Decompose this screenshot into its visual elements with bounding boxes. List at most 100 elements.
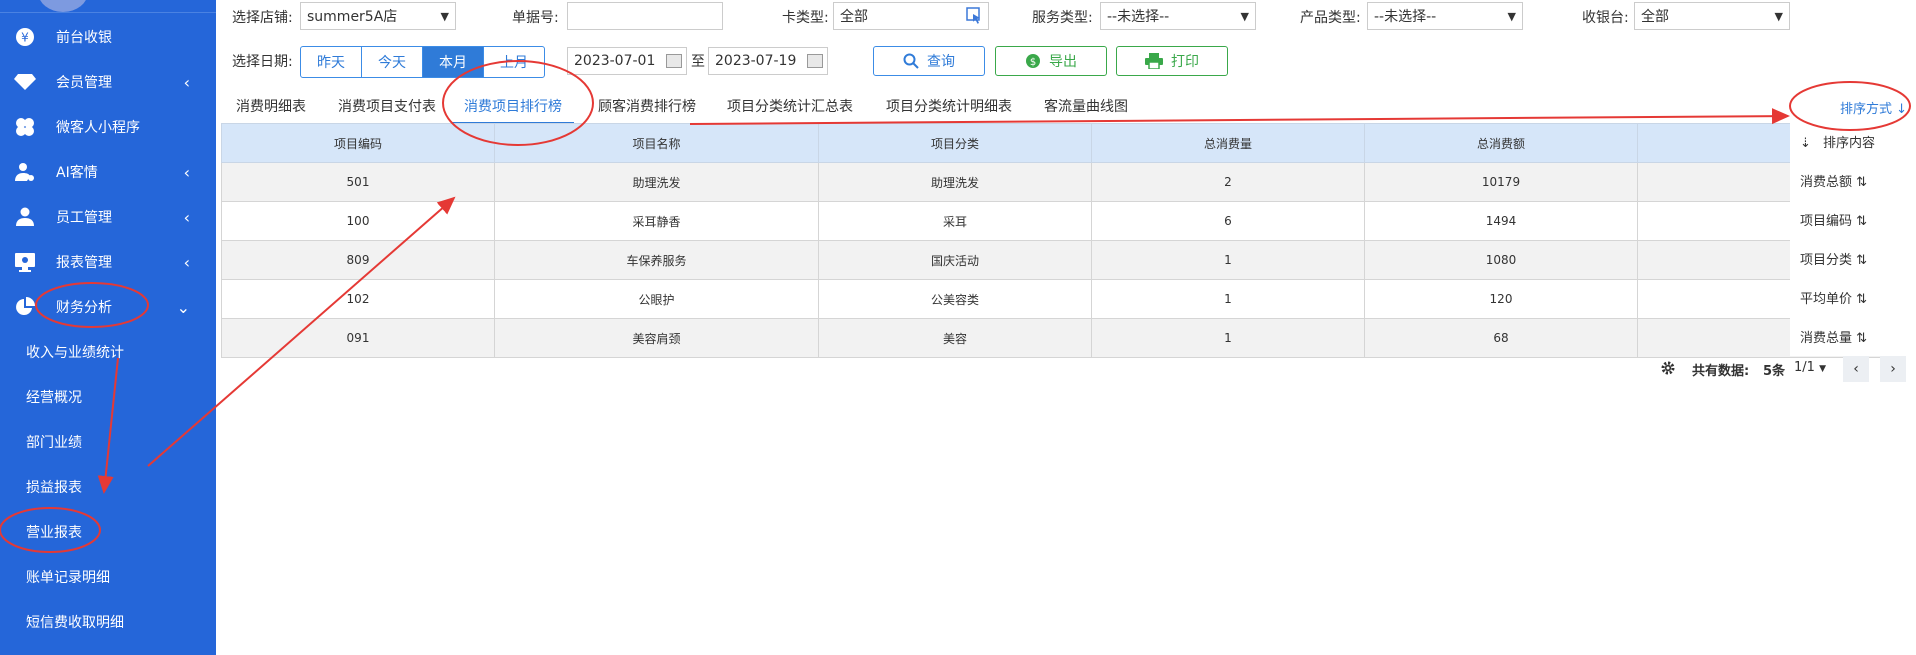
table-row[interactable]: 501 助理洗发 助理洗发 2 10179 5089.5 — [221, 162, 1898, 202]
bill-input[interactable] — [567, 2, 723, 30]
product-type-label: 产品类型: — [1300, 10, 1361, 26]
cell-amount: 68 — [1364, 318, 1638, 358]
chevron-left-icon: ‹ — [183, 162, 190, 182]
calendar-icon[interactable] — [666, 54, 682, 68]
prev-page-button[interactable]: ‹ — [1843, 356, 1869, 382]
table-row[interactable]: 809 车保养服务 国庆活动 1 1080 1080 — [221, 240, 1898, 280]
sidebar-subitem-overview[interactable]: 经营概况 — [0, 375, 216, 419]
print-button[interactable]: 打印 — [1116, 46, 1228, 76]
sort-panel: 排序方式 ↓ ⇣ 排序内容 消费总额 ⇅ 项目编码 ⇅ 项目分类 ⇅ 平均单价 … — [1790, 86, 1916, 356]
page-indicator-value: 1/1 — [1794, 360, 1815, 375]
page-indicator[interactable]: 1/1 ▼ — [1794, 360, 1826, 375]
column-header-category[interactable]: 项目分类 — [818, 123, 1092, 163]
cell-code: 102 — [221, 279, 495, 319]
sort-option-total-quantity[interactable]: 消费总量 ⇅ — [1800, 327, 1867, 346]
tab-consume-detail[interactable]: 消费明细表 — [236, 90, 306, 122]
tab-category-summary[interactable]: 项目分类统计汇总表 — [727, 90, 853, 122]
cashier-label: 收银台: — [1582, 10, 1629, 26]
sidebar-item-ai[interactable]: AI客情 ‹ — [0, 150, 216, 194]
sidebar-subitem-business-report[interactable]: 营业报表 — [0, 510, 216, 554]
service-type-select[interactable]: --未选择-- ▼ — [1100, 2, 1256, 30]
sort-content-header: ⇣ 排序内容 — [1800, 132, 1875, 151]
tab-category-detail[interactable]: 项目分类统计明细表 — [886, 90, 1012, 122]
picker-icon[interactable] — [966, 7, 982, 29]
table-row[interactable]: 091 美容肩颈 美容 1 68 68 — [221, 318, 1898, 358]
sidebar: ¥ 前台收银 会员管理 ‹ 微客人小程序 AI客情 ‹ 员工管理 ‹ 报表管理 — [0, 0, 216, 655]
printer-icon — [1145, 53, 1163, 69]
date-to-input[interactable]: 2023-07-19 — [708, 47, 828, 75]
column-header-quantity[interactable]: 总消费量 — [1091, 123, 1365, 163]
sort-option-category[interactable]: 项目分类 ⇅ — [1800, 249, 1867, 268]
date-this-month-button[interactable]: 本月 — [423, 47, 484, 77]
clover-icon — [14, 116, 36, 138]
cell-amount: 1494 — [1364, 201, 1638, 241]
table-row[interactable]: 100 采耳静香 采耳 6 1494 249 — [221, 201, 1898, 241]
sidebar-item-finance[interactable]: 财务分析 ⌄ — [0, 285, 216, 329]
sidebar-item-staff[interactable]: 员工管理 ‹ — [0, 195, 216, 239]
query-button-label: 查询 — [927, 54, 955, 70]
sort-option-total-amount[interactable]: 消费总额 ⇅ — [1800, 171, 1867, 190]
date-today-button[interactable]: 今天 — [362, 47, 423, 77]
sort-option-avg-price[interactable]: 平均单价 ⇅ — [1800, 288, 1867, 307]
sidebar-item-label: 报表管理 — [56, 255, 112, 271]
sort-updown-icon: ⇅ — [1856, 253, 1868, 268]
query-button[interactable]: 查询 — [873, 46, 985, 76]
svg-text:¥: ¥ — [21, 31, 29, 45]
sidebar-subitem-dept[interactable]: 部门业绩 — [0, 420, 216, 464]
cell-amount: 120 — [1364, 279, 1638, 319]
tab-project-ranking[interactable]: 消费项目排行榜 — [452, 90, 574, 124]
avatar — [38, 0, 88, 12]
user-icon — [14, 206, 36, 228]
chevron-left-icon: ‹ — [183, 207, 190, 227]
sidebar-item-members[interactable]: 会员管理 ‹ — [0, 60, 216, 104]
column-header-code[interactable]: 项目编码 — [221, 123, 495, 163]
date-from-value: 2023-07-01 — [574, 53, 656, 69]
sidebar-item-cashier[interactable]: ¥ 前台收银 — [0, 15, 216, 59]
chevron-down-icon: ⌄ — [176, 297, 190, 317]
sidebar-subitem-income[interactable]: 收入与业绩统计 — [0, 330, 216, 374]
search-icon — [903, 53, 919, 69]
user-gear-icon — [14, 161, 36, 183]
tab-project-payment[interactable]: 消费项目支付表 — [338, 90, 436, 122]
next-page-button[interactable]: › — [1880, 356, 1906, 382]
gear-icon[interactable] — [1660, 360, 1676, 380]
sidebar-subitem-pnl[interactable]: 损益报表 — [0, 465, 216, 509]
diamond-icon — [14, 71, 36, 93]
chevron-right-icon: › — [1890, 361, 1896, 377]
service-type-value: --未选择-- — [1107, 9, 1170, 25]
cell-amount: 10179 — [1364, 162, 1638, 202]
date-yesterday-button[interactable]: 昨天 — [301, 47, 362, 77]
sidebar-subitem-bills[interactable]: 账单记录明细 — [0, 555, 216, 599]
sort-mode-toggle[interactable]: 排序方式 ↓ — [1840, 98, 1907, 117]
cell-name: 美容肩颈 — [494, 318, 819, 358]
sort-content-label: 排序内容 — [1823, 136, 1876, 151]
product-type-value: --未选择-- — [1374, 9, 1437, 25]
sort-arrow-down-icon: ↓ — [1896, 102, 1908, 117]
export-button[interactable]: $ 导出 — [995, 46, 1107, 76]
sort-mode-label: 排序方式 — [1840, 102, 1893, 117]
column-header-amount[interactable]: 总消费额 — [1364, 123, 1638, 163]
ranking-table: 项目编码 项目名称 项目分类 总消费量 总消费额 平均单价 501 助理洗发 助… — [221, 123, 1898, 358]
date-last-month-button[interactable]: 上月 — [484, 47, 544, 77]
tab-customer-ranking[interactable]: 顾客消费排行榜 — [598, 90, 696, 122]
sidebar-item-miniprogram[interactable]: 微客人小程序 — [0, 105, 216, 149]
pie-chart-icon — [14, 296, 36, 318]
product-type-select[interactable]: --未选择-- ▼ — [1367, 2, 1523, 30]
date-from-input[interactable]: 2023-07-01 — [567, 47, 687, 75]
calendar-icon[interactable] — [807, 54, 823, 68]
store-select[interactable]: summer5A店 ▼ — [300, 2, 456, 30]
sort-option-label: 项目分类 — [1800, 253, 1853, 268]
date-to-value: 2023-07-19 — [715, 53, 797, 69]
column-header-name[interactable]: 项目名称 — [494, 123, 819, 163]
sort-option-code[interactable]: 项目编码 ⇅ — [1800, 210, 1867, 229]
sidebar-subitem-sms[interactable]: 短信费收取明细 — [0, 600, 216, 644]
sidebar-item-label: 员工管理 — [56, 210, 112, 226]
sidebar-item-reports[interactable]: 报表管理 ‹ — [0, 240, 216, 284]
cashier-select[interactable]: 全部 ▼ — [1634, 2, 1790, 30]
table-row[interactable]: 102 公眼护 公美容类 1 120 120 — [221, 279, 1898, 319]
chevron-left-icon: ‹ — [183, 72, 190, 92]
chevron-down-icon: ▼ — [440, 9, 449, 23]
card-type-select[interactable]: 全部 — [833, 2, 989, 30]
tab-traffic-curve[interactable]: 客流量曲线图 — [1044, 90, 1128, 122]
sort-lines-icon: ⇣ — [1800, 136, 1811, 151]
